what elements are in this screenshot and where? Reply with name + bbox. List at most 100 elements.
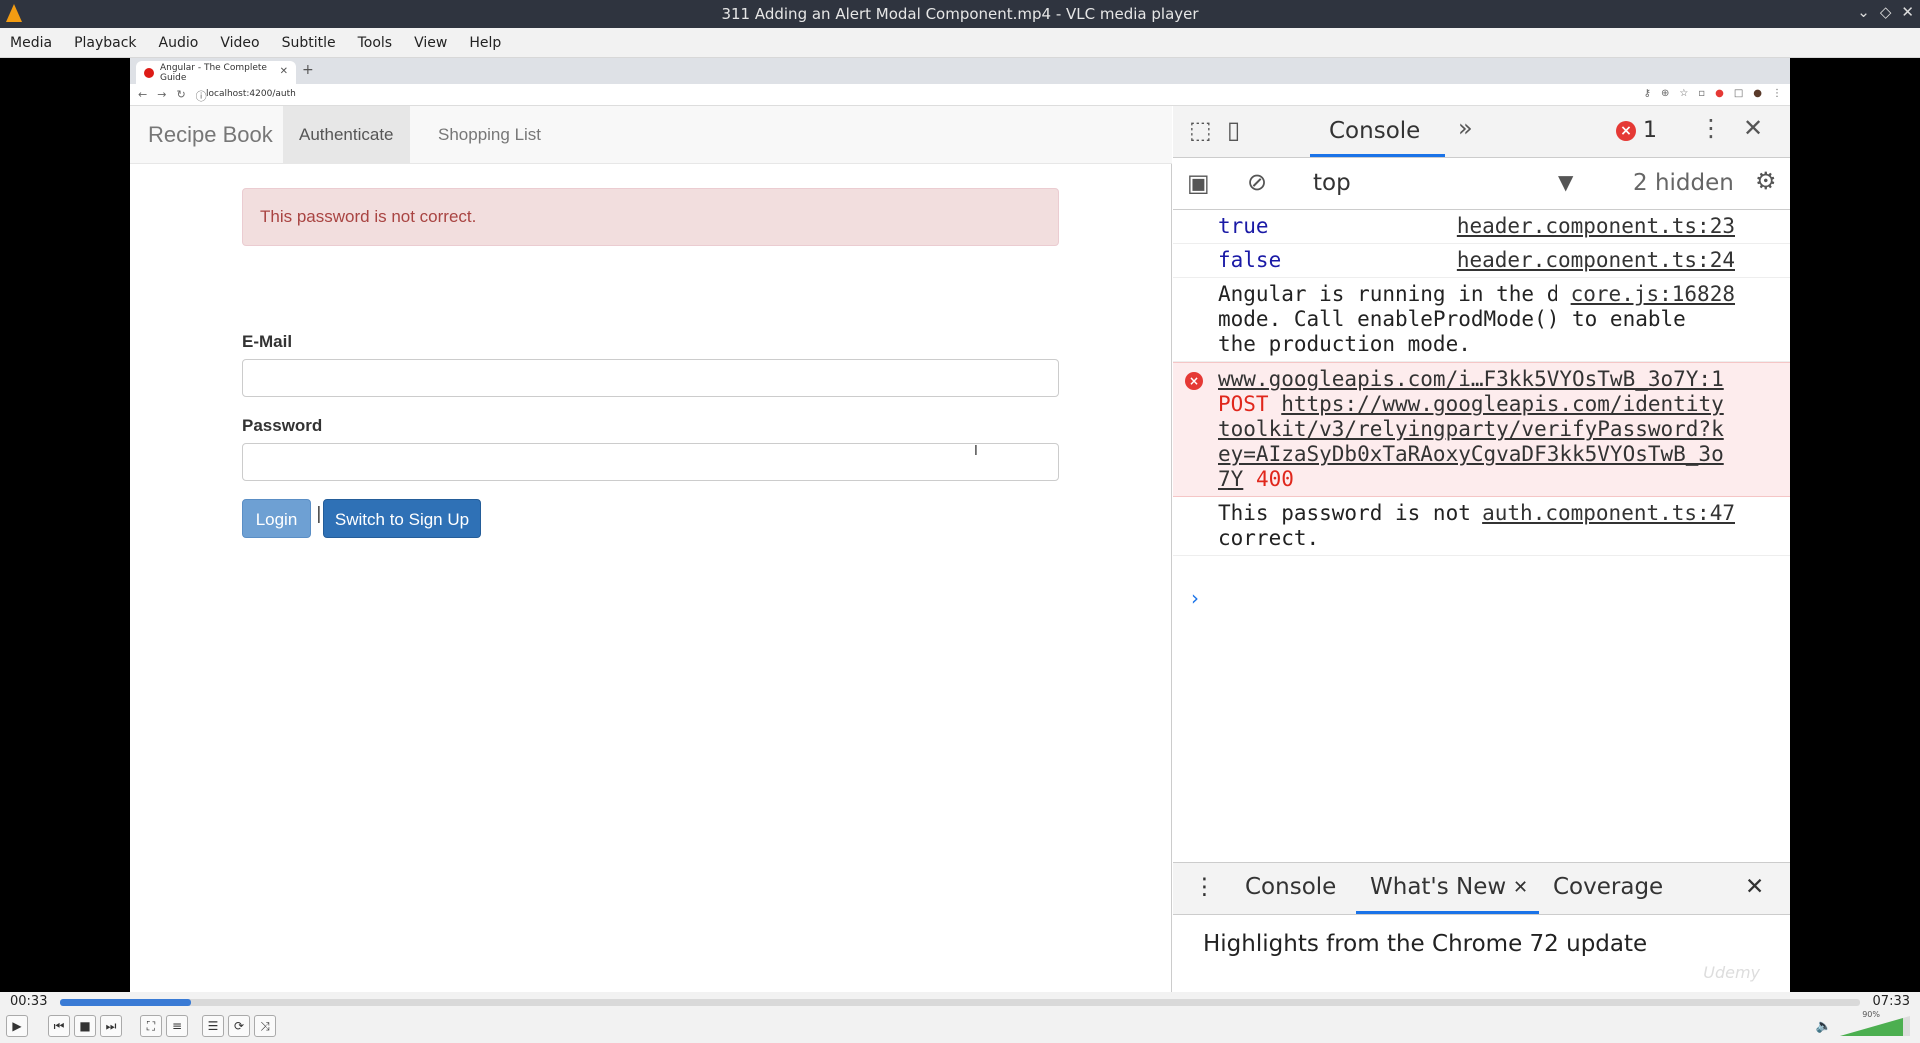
devtools-panel: ⬚ ▯ Console » × 1 ⋮ ✕ ▣ ⊘ top ▼ 2 hidden… <box>1173 106 1790 992</box>
play-button[interactable]: ▶ <box>6 1015 28 1037</box>
hidden-messages-count: 2 hidden <box>1633 170 1734 196</box>
close-tab-icon[interactable]: ✕ <box>280 66 288 77</box>
bookmark-star-icon[interactable]: ☆ <box>1679 88 1688 99</box>
password-field[interactable] <box>242 443 1059 481</box>
previous-button[interactable]: ⏮ <box>48 1015 70 1037</box>
info-icon[interactable]: ⓘ <box>196 88 207 104</box>
menu-audio[interactable]: Audio <box>149 35 211 51</box>
log-source-link[interactable]: header.component.ts:24 <box>1456 248 1735 273</box>
context-selector[interactable]: top <box>1313 170 1351 196</box>
drawer-tab-coverage[interactable]: Coverage <box>1553 874 1663 900</box>
drawer-menu-icon[interactable]: ⋮ <box>1193 874 1216 900</box>
drawer-tab-whats-new[interactable]: What's New <box>1370 874 1506 900</box>
shuffle-button[interactable]: ⤨ <box>254 1015 276 1037</box>
brand-link[interactable]: Recipe Book <box>148 122 273 148</box>
menu-playback[interactable]: Playback <box>64 35 148 51</box>
nav-authenticate[interactable]: Authenticate <box>283 106 410 164</box>
text-cursor-icon: I <box>974 444 978 459</box>
url-text[interactable]: localhost:4200/auth <box>206 89 296 99</box>
menu-view[interactable]: View <box>404 35 459 51</box>
log-source-link[interactable]: auth.component.ts:47 <box>1482 501 1735 526</box>
close-tab-icon[interactable]: ✕ <box>1513 877 1528 898</box>
close-window-icon[interactable]: ✕ <box>1901 3 1914 21</box>
browser-frame: Angular - The Complete Guide ✕ + ← → ↻ ⓘ… <box>130 58 1790 992</box>
window-title: 311 Adding an Alert Modal Component.mp4 … <box>721 5 1199 23</box>
show-sidebar-icon[interactable]: ▣ <box>1187 169 1210 197</box>
stop-button[interactable]: ■ <box>74 1015 96 1037</box>
whats-new-heading: Highlights from the Chrome 72 update <box>1203 931 1648 957</box>
maximize-icon[interactable]: ◇ <box>1880 3 1892 21</box>
app-page: Recipe Book Authenticate Shopping List T… <box>130 106 1172 992</box>
nav-shopping-list[interactable]: Shopping List <box>422 106 557 164</box>
back-icon[interactable]: ← <box>138 88 147 104</box>
active-drawer-tab-indicator <box>1356 911 1539 914</box>
reload-icon[interactable]: ↻ <box>176 88 185 104</box>
log-source-link[interactable]: core.js:16828 <box>1556 282 1735 307</box>
log-message: true <box>1218 214 1269 238</box>
menu-subtitle[interactable]: Subtitle <box>272 35 348 51</box>
playlist-button[interactable]: ☰ <box>202 1015 224 1037</box>
extended-settings-button[interactable]: ≡ <box>166 1015 188 1037</box>
angular-favicon-icon <box>144 67 154 78</box>
close-drawer-icon[interactable]: ✕ <box>1745 874 1764 900</box>
email-field[interactable] <box>242 359 1059 397</box>
error-source-link[interactable]: www.googleapis.com/i…F3kk5VYOsTwB_3o7Y:1 <box>1218 367 1724 391</box>
forward-icon[interactable]: → <box>157 88 166 104</box>
key-icon[interactable]: ⚷ <box>1644 88 1651 99</box>
browser-tab-strip: Angular - The Complete Guide ✕ + <box>130 58 1790 84</box>
devtools-drawer: ⋮ Console What's New ✕ Coverage ✕ Highli… <box>1173 862 1790 992</box>
inspect-element-icon[interactable]: ⬚ <box>1189 116 1212 144</box>
login-button[interactable]: Login <box>242 499 311 538</box>
active-tab-indicator <box>1310 154 1445 157</box>
browser-tab[interactable]: Angular - The Complete Guide ✕ <box>136 61 296 84</box>
seek-bar[interactable] <box>60 999 1860 1006</box>
new-tab-icon[interactable]: + <box>302 62 314 78</box>
console-prompt-icon[interactable]: › <box>1191 586 1199 610</box>
address-bar: ← → ↻ ⓘ localhost:4200/auth ⚷ ⊕ ☆ ▫ ● □ … <box>130 84 1790 106</box>
devtools-toolbar: ⬚ ▯ Console » × 1 ⋮ ✕ <box>1173 106 1790 158</box>
elapsed-time: 00:33 <box>10 994 48 1009</box>
request-method: POST <box>1218 392 1269 416</box>
log-entry: Angular is running in the development mo… <box>1173 278 1790 362</box>
gear-icon[interactable]: ⚙ <box>1755 167 1777 195</box>
drawer-tab-bar: ⋮ Console What's New ✕ Coverage ✕ <box>1173 863 1790 915</box>
zoom-icon[interactable]: ⊕ <box>1661 88 1669 99</box>
minimize-icon[interactable]: ⌄ <box>1857 3 1870 21</box>
error-badge-icon[interactable]: × <box>1616 121 1636 141</box>
speaker-icon[interactable]: 🔈 <box>1816 1019 1832 1034</box>
error-icon: × <box>1185 372 1203 390</box>
console-log-list: true header.component.ts:23 false header… <box>1173 210 1790 556</box>
loop-button[interactable]: ⟳ <box>228 1015 250 1037</box>
chevron-down-icon[interactable]: ▼ <box>1558 170 1573 194</box>
avatar[interactable]: ● <box>1753 88 1762 99</box>
opera-icon[interactable]: ● <box>1715 88 1724 99</box>
switch-to-signup-button[interactable]: Switch to Sign Up <box>323 499 481 538</box>
device-toggle-icon[interactable]: ▯ <box>1227 116 1240 144</box>
close-devtools-icon[interactable]: ✕ <box>1743 114 1763 142</box>
log-message: false <box>1218 248 1282 272</box>
more-tabs-icon[interactable]: » <box>1458 114 1473 142</box>
devtools-menu-icon[interactable]: ⋮ <box>1699 114 1723 142</box>
menu-media[interactable]: Media <box>0 35 64 51</box>
more-vert-icon[interactable]: ⋮ <box>1772 88 1782 99</box>
log-entry: This password is not correct. auth.compo… <box>1173 497 1790 556</box>
log-entry: true header.component.ts:23 <box>1173 210 1790 244</box>
error-count[interactable]: 1 <box>1643 118 1657 143</box>
player-controls: 00:33 07:33 ▶ ⏮ ■ ⏭ ⛶ ≡ ☰ ⟳ ⤨ 🔈 90% <box>0 992 1920 1043</box>
drawer-tab-console[interactable]: Console <box>1245 874 1336 900</box>
error-alert: This password is not correct. <box>242 188 1059 246</box>
menu-help[interactable]: Help <box>459 35 513 51</box>
extension-icon[interactable]: ▫ <box>1698 88 1705 99</box>
console-toolbar: ▣ ⊘ top ▼ 2 hidden ⚙ <box>1173 158 1790 210</box>
next-button[interactable]: ⏭ <box>100 1015 122 1037</box>
extension-icon[interactable]: □ <box>1734 88 1743 99</box>
menu-video[interactable]: Video <box>210 35 271 51</box>
password-label: Password <box>242 416 323 435</box>
fullscreen-button[interactable]: ⛶ <box>140 1015 162 1037</box>
clear-console-icon[interactable]: ⊘ <box>1247 168 1267 196</box>
menu-tools[interactable]: Tools <box>348 35 405 51</box>
app-navbar: Recipe Book Authenticate Shopping List <box>130 106 1172 164</box>
volume-slider[interactable] <box>1840 1016 1910 1036</box>
tab-console[interactable]: Console <box>1329 118 1420 144</box>
log-source-link[interactable]: header.component.ts:23 <box>1456 214 1735 239</box>
